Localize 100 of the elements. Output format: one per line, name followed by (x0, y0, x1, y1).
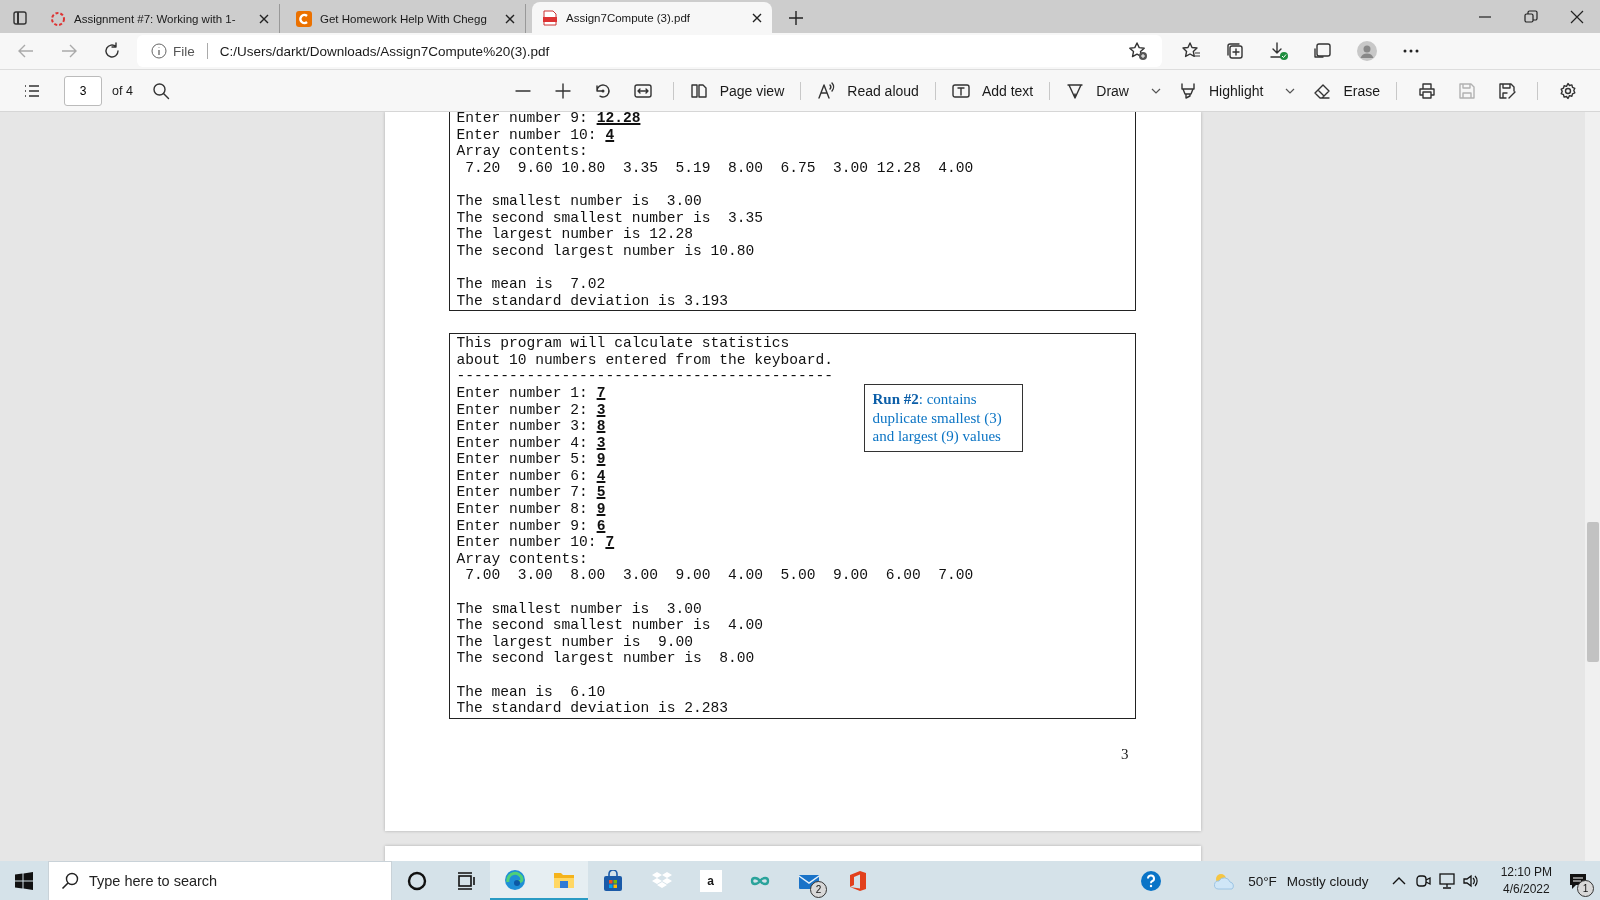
printer-icon (1418, 81, 1436, 100)
save-icon (1458, 81, 1476, 100)
console-text: Enter number 10: (456, 126, 598, 143)
download-icon (1269, 41, 1289, 61)
edge-browser-icon (503, 868, 526, 891)
read-aloud-icon (817, 81, 836, 100)
console-text: The standard deviation is 2.283 (456, 700, 729, 717)
count-badge: 1 (1577, 880, 1594, 897)
console-text: 7.00 3.00 8.00 3.00 9.00 4.00 5.00 9.00 6.00 7.00 (464, 567, 975, 585)
save-edit-icon (1498, 81, 1516, 100)
tab-title: Get Homework Help With Chegg (320, 12, 488, 25)
browser-tab[interactable]: Assign7Compute (3).pdf (532, 2, 772, 33)
console-text: The second smallest number is 3.35 (456, 209, 765, 227)
toolbar-tool-button[interactable]: Highlight (1172, 74, 1308, 107)
network-icon (1437, 872, 1456, 890)
console-text: The smallest number is 3.00 (456, 192, 703, 210)
input-value-text: 9 (596, 501, 606, 518)
toolbar-tool-button[interactable]: Add text (945, 74, 1040, 107)
site-scheme-label: File (173, 43, 195, 59)
input-value-text: 6 (596, 517, 606, 534)
console-text: This program will calculate statistics (456, 335, 791, 352)
console-text: Enter number 1: (456, 384, 589, 401)
input-value-text: 12.28 (596, 112, 641, 126)
page-number: 3 (1121, 745, 1129, 763)
toolbar-tool-button[interactable]: Page view (683, 74, 791, 107)
camera-icon (1413, 872, 1432, 890)
taskbar-app-button[interactable]: 2 (784, 861, 833, 900)
close-icon (1569, 8, 1585, 25)
console-text: Array contents: (456, 143, 589, 160)
notifications-button[interactable]: 1 (1562, 861, 1594, 900)
circle-icon (405, 870, 428, 892)
input-value-text: 7 (596, 384, 606, 401)
speaker-icon (1461, 872, 1480, 890)
taskbar-app-button[interactable]: a (686, 861, 735, 900)
scrollbar[interactable] (1585, 112, 1600, 861)
shopping-bag-icon (601, 870, 624, 892)
console-text: Enter number 3: (456, 418, 589, 435)
refresh-icon (103, 42, 121, 60)
console-text: Enter number 7: (456, 484, 589, 501)
pdf-file-icon (542, 9, 558, 26)
browser-essentials-icon (1313, 41, 1333, 61)
close-icon[interactable] (259, 13, 269, 24)
chegg-icon (296, 10, 312, 27)
toolbar-tool-button[interactable]: Read aloud (811, 74, 925, 107)
input-value-text: 9 (596, 451, 606, 468)
url-text: C:/Users/darkt/Downloads/Assign7Compute%20(3).pdf (219, 43, 550, 59)
console-text: ------------------------------------------- (456, 368, 835, 385)
page-view-icon (689, 81, 708, 100)
add-favorite-icon[interactable] (1128, 41, 1148, 61)
restore-icon (1523, 8, 1539, 25)
profile-avatar-icon (1357, 41, 1377, 61)
console-text: The mean is 6.10 (456, 683, 607, 701)
clock-button[interactable]: 12:10 PM 4/6/2022 (1500, 864, 1552, 898)
toolbar-tool-button[interactable]: Draw (1060, 74, 1173, 107)
input-value-text: 4 (605, 126, 615, 143)
scrollbar-thumb[interactable] (1586, 522, 1599, 662)
console-text: 7.20 9.60 10.80 3.35 5.19 8.00 6.75 3.00 12.28 4.00 (464, 159, 975, 177)
highlighter-icon (1178, 81, 1197, 100)
settings-icon (1559, 81, 1577, 100)
windows-logo-icon (15, 872, 33, 890)
page-count-label: of 4 (112, 83, 133, 98)
console-text: Array contents: (456, 550, 589, 568)
console-text: The smallest number is 3.00 (456, 600, 703, 618)
console-text: The largest number is 9.00 (456, 633, 694, 651)
close-icon[interactable] (752, 12, 762, 23)
console-text: The second smallest number is 4.00 (456, 617, 765, 634)
chevron-down-icon (1150, 87, 1161, 94)
weather-widget[interactable]: 50°F Mostly cloudy (1212, 861, 1369, 900)
address-field[interactable]: File C:/Users/darkt/Downloads/Assign7Compute%20(3).pdf (137, 35, 1162, 67)
console-text: Enter number 10: (456, 534, 598, 551)
zoom-out-icon (514, 89, 531, 92)
search-icon (61, 872, 79, 890)
fit-width-icon (633, 81, 652, 100)
collections-icon (1225, 41, 1245, 61)
toolbar-tool-button[interactable]: Erase (1307, 74, 1386, 107)
console-text: Enter number 9: (456, 112, 589, 126)
tab-title: Assignment #7: Working with 1- (74, 12, 237, 25)
input-value-text: 7 (605, 534, 615, 551)
page-number-field[interactable]: 3 (64, 75, 102, 106)
count-badge: 2 (810, 881, 827, 898)
console-text: The mean is 7.02 (456, 275, 607, 293)
plus-icon (788, 9, 804, 26)
close-icon[interactable] (505, 13, 515, 24)
input-value-text: 4 (596, 467, 606, 484)
chevron-down-icon (1285, 87, 1296, 94)
pen-nib-icon (1066, 81, 1085, 100)
annotation-callout: Run #2: contains duplicate smallest (3) and largest (9) values (863, 384, 1023, 452)
input-value-text: 3 (596, 401, 606, 418)
rotate-icon (593, 81, 612, 100)
forward-icon (60, 42, 78, 60)
window-icon (12, 9, 28, 26)
console-text: Enter number 2: (456, 401, 589, 418)
more-icon (1403, 49, 1419, 53)
console-text: The second largest number is 10.80 (456, 242, 756, 260)
input-value-text: 3 (596, 434, 606, 451)
taskbar-search-field[interactable]: Type here to search (48, 861, 392, 900)
console-text: The second largest number is 8.00 (456, 650, 756, 667)
minimize-icon (1479, 15, 1491, 18)
tab-title: Assign7Compute (3).pdf (566, 11, 691, 24)
ring-icon (50, 10, 66, 27)
